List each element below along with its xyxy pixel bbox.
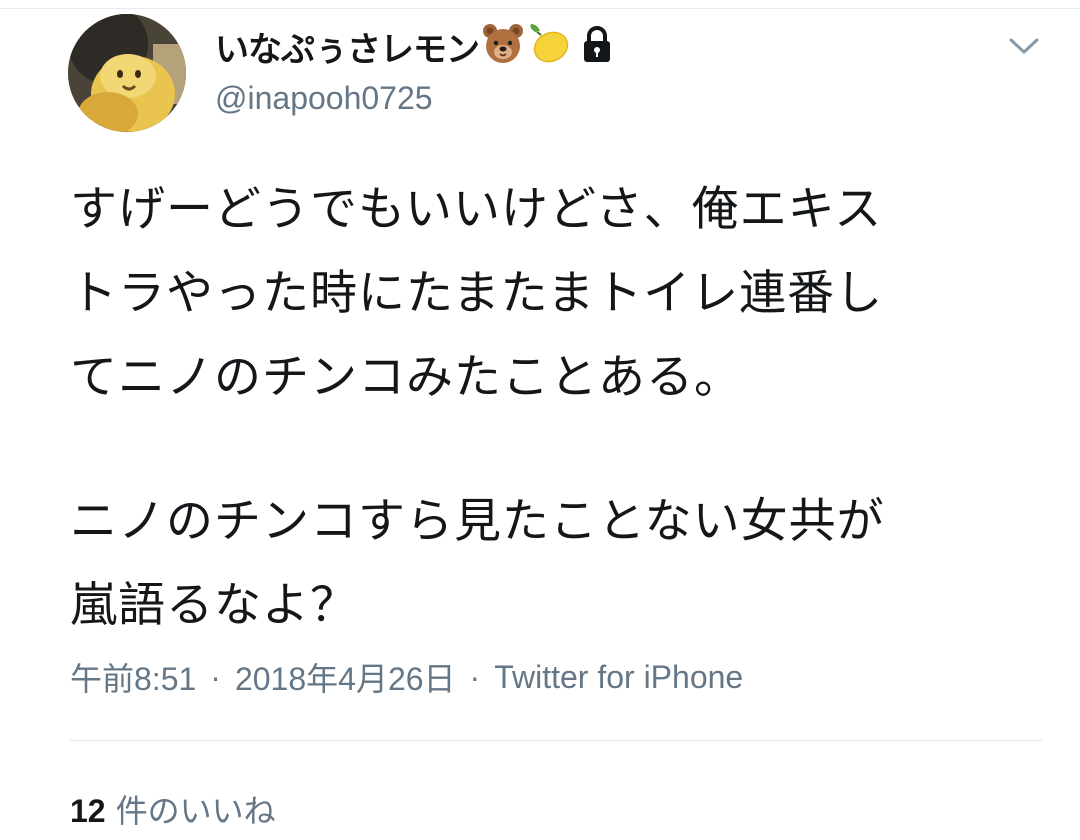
author-name-row[interactable]: いなぷぅさレモン <box>215 22 619 71</box>
author-handle[interactable]: @inapooh0725 <box>215 80 433 117</box>
avatar[interactable] <box>68 14 186 132</box>
tweet-source[interactable]: Twitter for iPhone <box>494 659 743 696</box>
tweet-text: すげーどうでもいいけどさ、俺エキス トラやった時にたまたまトイレ連番し てニノの… <box>70 168 1060 648</box>
tweet-date[interactable]: 2018年4月26日 <box>235 654 456 700</box>
tweet-text-line: てニノのチンコみたことある。 <box>70 350 742 405</box>
tweet-text-line: ニノのチンコすら見たことない女共が <box>70 494 885 549</box>
meta-separator: · <box>469 658 481 695</box>
likes-count: 12 <box>70 793 106 829</box>
lock-icon <box>575 22 619 70</box>
likes-label: 件のいいね <box>115 793 276 829</box>
likes-summary[interactable]: 12 件のいいね <box>70 786 276 832</box>
divider <box>70 740 1042 741</box>
meta-separator: · <box>210 658 221 695</box>
display-name[interactable]: いなぷぅさレモン <box>215 22 480 71</box>
lemon-icon <box>527 22 573 70</box>
top-border <box>0 0 1080 9</box>
tweet-metadata: 午前8:51 · 2018年4月26日 · Twitter for iPhone <box>70 654 743 700</box>
tweet-time[interactable]: 午前8:51 <box>70 654 196 700</box>
chevron-down-icon[interactable] <box>1006 32 1042 60</box>
tweet-text-line: 嵐語るなよ？ <box>70 578 358 633</box>
tweet-text-line: トラやった時にたまたまトイレ連番し <box>70 266 884 321</box>
tweet-detail-page: いなぷぅさレモン @inapooh0725 すげーどうでもいいけどさ、俺エキス … <box>0 0 1080 840</box>
bear-face-icon <box>481 22 525 70</box>
tweet-text-line: すげーどうでもいいけどさ、俺エキス <box>70 182 883 237</box>
